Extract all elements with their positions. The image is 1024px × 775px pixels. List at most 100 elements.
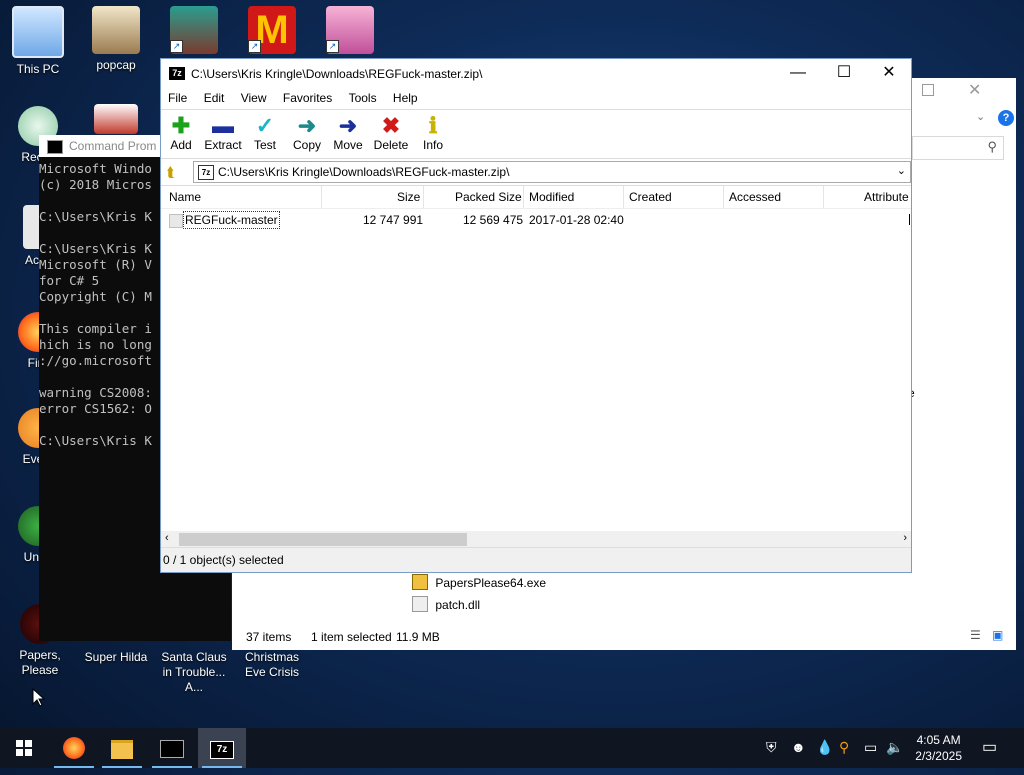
column-packed-size[interactable]: Packed Size [455, 190, 522, 204]
shortcut-arrow-icon: ↗ [326, 40, 339, 53]
copy-button[interactable]: ➜ Copy [292, 114, 322, 153]
info-button[interactable]: ℹ Info [421, 113, 445, 153]
bird-icon [94, 104, 138, 134]
test-button[interactable]: ✓ Test [253, 113, 277, 153]
info-icon: ℹ [428, 113, 438, 138]
menu-tools[interactable]: Tools [342, 89, 383, 105]
extract-button[interactable]: ▬ Extract [204, 114, 242, 153]
column-attribute[interactable]: Attribute [864, 190, 909, 204]
taskbar-firefox[interactable] [50, 728, 98, 768]
column-size[interactable]: Size [397, 190, 420, 204]
column-modified[interactable]: Modified [529, 190, 574, 204]
selected-size: 11.9 MB [396, 630, 440, 644]
move-button[interactable]: ➜ Move [332, 114, 364, 153]
desktop-icon-label: Super Hilda [84, 650, 148, 664]
explorer-window-controls: ✕ [916, 78, 1016, 106]
shortcut-arrow-icon: ↗ [170, 40, 183, 53]
item-count: 37 items [246, 630, 292, 644]
desktop-icon-game-2[interactable]: M ↗ [234, 6, 310, 58]
minimize-button[interactable]: — [775, 59, 821, 89]
address-bar: ⮬ 7z C:\Users\Kris Kringle\Downloads\REG… [161, 159, 911, 186]
test-icon: ✓ [255, 113, 275, 138]
chevron-down-icon[interactable]: ⌄ [976, 110, 985, 123]
desktop-icon-game-3[interactable]: ↗ [312, 6, 388, 58]
list-item[interactable]: PapersPlease64.exe [412, 574, 546, 590]
tiles-view-icon[interactable]: ▣ [992, 628, 1003, 642]
desktop-icon-bird[interactable] [78, 104, 154, 138]
scrollbar-thumb[interactable] [179, 533, 467, 546]
menu-view[interactable]: View [234, 89, 273, 105]
column-name[interactable]: Name [169, 190, 201, 204]
desktop-icon-game-1[interactable]: ↗ [156, 6, 232, 58]
maximize-icon[interactable] [922, 84, 934, 96]
chevron-down-icon[interactable]: ⌄ [897, 164, 906, 177]
info-label: Info [422, 138, 443, 152]
taskbar-7zip[interactable]: 7z [198, 728, 246, 768]
search-tool-icon[interactable]: ⚲ [839, 739, 849, 756]
desktop-icon-this-pc[interactable]: This PC [0, 6, 76, 77]
start-button[interactable] [0, 728, 48, 768]
computer-icon [12, 6, 64, 58]
list-item[interactable]: patch.dll [412, 596, 480, 612]
cell-modified: 2017-01-28 02:40 [529, 213, 624, 227]
menu-favorites[interactable]: Favorites [276, 89, 338, 105]
file-name: PapersPlease64.exe [435, 576, 547, 590]
delete-button[interactable]: ✖ Delete [373, 113, 409, 153]
toolbar: ✚ Add ▬ Extract ✓ Test ➜ Copy ➜ Move ✖ D… [161, 110, 911, 159]
desktop-icon-christmas-eve[interactable]: Christmas Eve Crisis [234, 650, 310, 680]
security-icon[interactable]: ⛨ [766, 739, 777, 756]
window-title: C:\Users\Kris Kringle\Downloads\REGFuck-… [191, 67, 483, 81]
clock-time: 4:05 AM [916, 733, 961, 747]
file-name: patch.dll [435, 598, 481, 612]
title-bar[interactable]: 7z C:\Users\Kris Kringle\Downloads\REGFu… [161, 59, 911, 89]
firefox-icon [63, 737, 85, 759]
column-accessed[interactable]: Accessed [729, 190, 781, 204]
help-icon[interactable]: ? [998, 110, 1014, 126]
add-icon: ✚ [171, 113, 191, 138]
add-label: Add [170, 138, 192, 152]
add-button[interactable]: ✚ Add [169, 113, 193, 153]
cell-name: REGFuck-master [183, 211, 280, 229]
up-folder-icon[interactable]: ⮬ [167, 164, 175, 181]
desktop-icon-santa-claus[interactable]: Santa Claus in Trouble... A... [156, 650, 232, 695]
scroll-right-icon[interactable]: › [903, 532, 907, 544]
test-label: Test [253, 138, 276, 152]
menu-bar: File Edit View Favorites Tools Help [161, 89, 911, 110]
column-header: Name Size Packed Size Modified Created A… [161, 186, 911, 209]
people-icon[interactable]: ☻ [791, 739, 806, 755]
menu-file[interactable]: File [161, 89, 193, 105]
mouse-cursor-icon [32, 688, 45, 707]
cell-size: 12 747 991 [363, 213, 424, 227]
clock-date: 2/3/2025 [915, 749, 962, 763]
close-icon[interactable]: ✕ [968, 80, 981, 100]
copy-label: Copy [292, 138, 321, 152]
volume-icon[interactable]: 🔈 [886, 739, 903, 756]
notifications-icon[interactable]: ▭ [982, 737, 997, 757]
7zip-file-manager-window[interactable]: 7z C:\Users\Kris Kringle\Downloads\REGFu… [160, 58, 912, 573]
clock[interactable]: 4:05 AM 2/3/2025 [915, 732, 962, 764]
taskbar: 7z ⛨ ☻ 💧 ⚲ ▭ 🔈 4:05 AM 2/3/2025 ▭ [0, 728, 1024, 768]
details-view-icon[interactable]: ☰ [970, 628, 981, 642]
column-created[interactable]: Created [629, 190, 672, 204]
taskbar-command-prompt[interactable] [148, 728, 196, 768]
maximize-button[interactable]: ☐ [821, 59, 867, 89]
taskbar-file-explorer[interactable] [98, 728, 146, 768]
path-combobox[interactable]: 7z C:\Users\Kris Kringle\Downloads\REGFu… [193, 161, 911, 183]
menu-help[interactable]: Help [386, 89, 424, 105]
menu-edit[interactable]: Edit [197, 89, 231, 105]
desktop-icon-popcap[interactable]: popcap [78, 6, 154, 73]
horizontal-scrollbar[interactable]: ‹ › [161, 531, 911, 548]
table-row[interactable]: REGFuck-master 12 747 991 12 569 475 201… [161, 210, 911, 230]
search-input[interactable]: ⚲ [912, 136, 1004, 160]
shortcut-arrow-icon: ↗ [248, 40, 261, 53]
exe-icon [412, 574, 428, 590]
windows-logo-icon [16, 740, 32, 756]
delete-label: Delete [373, 138, 409, 152]
desktop-icon-super-hilda[interactable]: Super Hilda [78, 650, 154, 665]
water-drop-icon[interactable]: 💧 [816, 739, 833, 756]
scroll-left-icon[interactable]: ‹ [165, 532, 169, 544]
network-icon[interactable]: ▭ [864, 739, 877, 756]
delete-icon: ✖ [381, 113, 401, 138]
close-button[interactable]: ✕ [866, 59, 912, 89]
desktop-icon-label: This PC [16, 62, 60, 76]
